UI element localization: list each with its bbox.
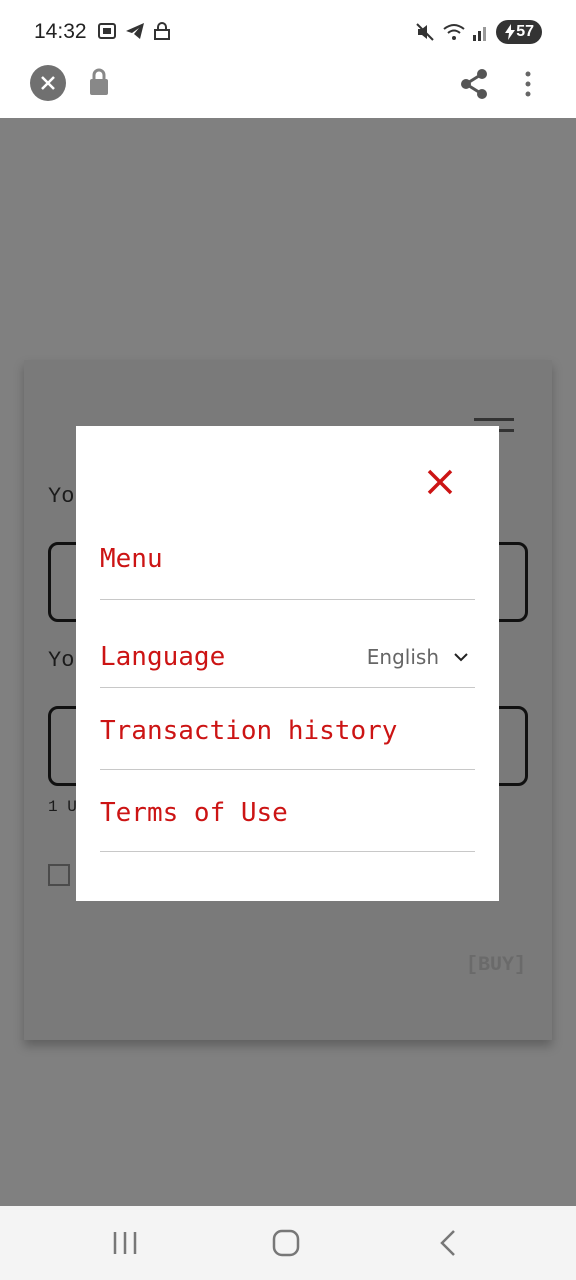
back-icon[interactable] (436, 1228, 458, 1258)
field-label-2: Yo (48, 648, 75, 673)
field-label-1: Yo (48, 484, 75, 509)
terms-of-use-label: Terms of Use (100, 798, 288, 828)
lock-icon (90, 68, 108, 95)
close-icon[interactable] (424, 466, 456, 498)
language-select[interactable]: English (367, 645, 475, 669)
signal-icon (473, 27, 487, 41)
browser-toolbar (0, 62, 576, 118)
chevron-down-icon (454, 653, 468, 662)
terms-of-use-item[interactable]: Terms of Use (100, 798, 475, 828)
wifi-icon (443, 24, 465, 40)
transaction-history-label: Transaction history (100, 716, 398, 746)
language-value: English (366, 645, 439, 669)
close-icon (41, 76, 55, 90)
more-options-icon[interactable] (520, 70, 536, 98)
vpn-lock-icon (154, 22, 170, 40)
share-icon[interactable] (456, 66, 492, 102)
mute-icon (416, 23, 434, 41)
divider (100, 599, 475, 600)
language-label: Language (100, 642, 226, 672)
divider (100, 687, 475, 688)
buy-button[interactable]: [BUY] (466, 954, 526, 977)
rate-text: 1 U (48, 798, 77, 816)
menu-modal: Menu Language English Transaction histor… (76, 426, 499, 901)
close-tab-button[interactable] (30, 65, 66, 101)
status-time: 14:32 (34, 20, 87, 43)
terms-checkbox[interactable] (48, 864, 70, 886)
recent-apps-icon[interactable] (112, 1228, 138, 1258)
home-icon[interactable] (272, 1228, 300, 1258)
divider (100, 769, 475, 770)
transaction-history-item[interactable]: Transaction history (100, 716, 475, 746)
screenshot-icon (98, 23, 116, 39)
language-item[interactable]: Language English (100, 642, 475, 672)
battery-indicator: 57 (496, 20, 542, 44)
battery-level: 57 (516, 23, 534, 40)
menu-title: Menu (100, 544, 163, 574)
status-bar: 14:32 57 (0, 0, 576, 62)
status-left-icons (96, 20, 172, 42)
divider (100, 851, 475, 852)
system-nav-bar (0, 1206, 576, 1280)
charging-icon (505, 24, 516, 40)
status-right-icons: 57 (414, 20, 542, 44)
telegram-icon (126, 23, 144, 39)
